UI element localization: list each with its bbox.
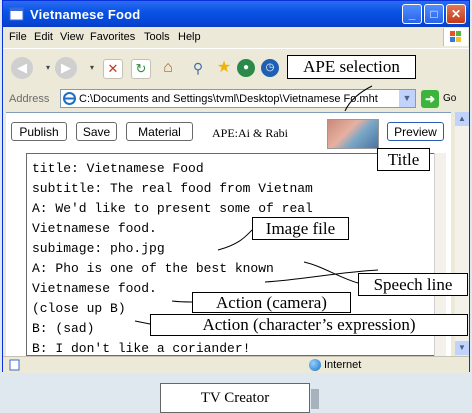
script-line: Vietnamese food. (32, 281, 157, 296)
script-line: subtitle: The real food from Vietnam (32, 181, 313, 196)
menu-edit[interactable]: Edit (34, 31, 53, 43)
home-icon[interactable]: ⌂ (157, 57, 179, 79)
menu-bar: File Edit View Favorites Tools Help (3, 27, 469, 47)
status-bar: Internet (3, 356, 469, 373)
window-title: Vietnamese Food (30, 7, 141, 22)
ie-page-icon (63, 92, 76, 105)
page-icon (9, 7, 24, 21)
media-icon[interactable]: ● (237, 59, 255, 77)
address-value-suffix: .mht (356, 93, 378, 105)
callout-speech-line: Speech line (358, 273, 468, 296)
figure-caption: TV Creator (160, 383, 310, 413)
favorites-icon[interactable]: ★ (213, 57, 235, 79)
menu-view[interactable]: View (60, 31, 84, 43)
callout-ape-selection: APE selection (287, 55, 416, 79)
address-dropdown-icon[interactable]: ▼ (399, 90, 415, 107)
stop-icon[interactable]: ✕ (103, 59, 123, 79)
back-dropdown-icon[interactable]: ▾ (43, 57, 53, 79)
callout-image-file: Image file (252, 217, 349, 240)
windows-logo-icon (443, 28, 468, 46)
script-line: subimage: pho.jpg (32, 241, 165, 256)
callout-action-expression: Action (character’s expression) (150, 314, 468, 336)
close-button[interactable]: ✕ (446, 4, 466, 24)
publish-button[interactable]: Publish (11, 122, 67, 141)
page-status-icon (9, 359, 20, 371)
preview-button[interactable]: Preview (387, 122, 444, 141)
minimize-button[interactable]: _ (402, 4, 422, 24)
maximize-button[interactable]: □ (424, 4, 444, 24)
menu-favorites[interactable]: Favorites (90, 31, 135, 43)
address-label: Address (9, 93, 50, 105)
scroll-up-icon[interactable]: ▲ (455, 112, 469, 126)
menu-help[interactable]: Help (178, 31, 201, 43)
script-line: B: I don't like a coriander! (32, 341, 251, 356)
title-bar[interactable]: Vietnamese Food _ □ ✕ (3, 1, 469, 27)
script-line: A: Pho is one of the best known (32, 261, 274, 276)
internet-zone-label: Internet (324, 359, 362, 371)
ape-thumbnail[interactable] (327, 119, 379, 149)
script-line: (close up B) (32, 301, 126, 316)
forward-icon[interactable]: ▶ (55, 57, 77, 79)
forward-dropdown-icon[interactable]: ▾ (87, 57, 97, 79)
caption-shadow (311, 389, 319, 409)
search-icon[interactable]: ⚲ (187, 57, 209, 79)
script-line: title: Vietnamese Food (32, 161, 204, 176)
back-icon[interactable]: ◀ (11, 57, 33, 79)
ape-label: APE:Ai & Rabi (212, 126, 289, 140)
address-bar: Address C:\Documents and Settings\tvml\D… (3, 87, 469, 111)
internet-globe-icon (309, 359, 321, 371)
address-field[interactable]: C:\Documents and Settings\tvml\Desktop\V… (60, 89, 416, 108)
refresh-icon[interactable]: ↻ (131, 59, 151, 79)
callout-action-camera: Action (camera) (192, 292, 351, 313)
address-value: C:\Documents and Settings\tvml\Desktop\V… (79, 93, 357, 105)
script-line: B: (sad) (32, 321, 95, 336)
menu-file[interactable]: File (9, 31, 27, 43)
script-line: A: We'd like to present some of real (32, 201, 313, 216)
go-label[interactable]: Go (443, 93, 456, 104)
menu-tools[interactable]: Tools (144, 31, 170, 43)
script-line: Vietnamese food. (32, 221, 157, 236)
save-button[interactable]: Save (76, 122, 117, 141)
scroll-down-icon[interactable]: ▼ (455, 341, 469, 355)
go-arrow-icon[interactable]: ➜ (421, 90, 439, 108)
callout-title: Title (377, 148, 430, 171)
history-icon[interactable]: ◷ (261, 59, 279, 77)
material-button[interactable]: Material (126, 122, 193, 141)
